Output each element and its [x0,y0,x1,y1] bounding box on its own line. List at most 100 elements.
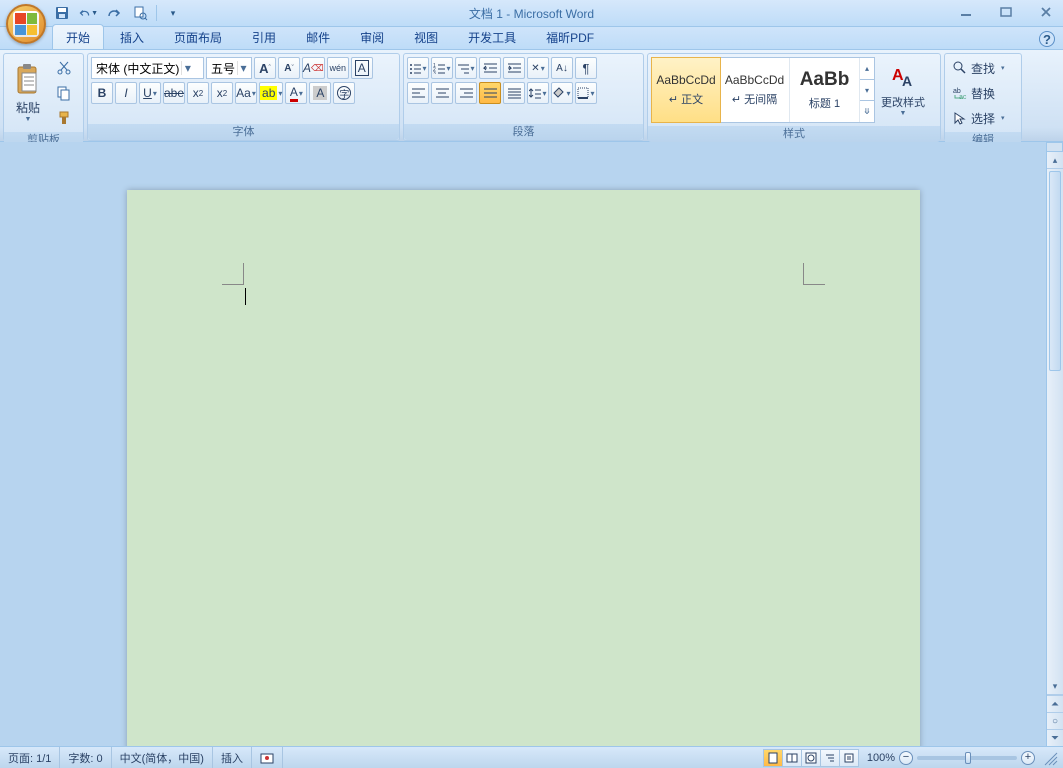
scroll-thumb[interactable] [1049,171,1061,371]
bold-button[interactable]: B [91,82,113,104]
justify-icon[interactable] [479,82,501,104]
scroll-up-icon[interactable]: ▴ [1047,152,1063,169]
underline-button[interactable]: U▾ [139,82,161,104]
ribbon-tabs: 开始 插入 页面布局 引用 邮件 审阅 视图 开发工具 福昕PDF ? [0,27,1063,50]
font-name-combo[interactable]: 宋体 (中文正文)▾ [91,57,204,79]
gallery-more-icon[interactable]: ⤋ [860,101,874,122]
minimize-button[interactable] [953,3,979,21]
zoom-level[interactable]: 100% [867,752,895,764]
save-icon[interactable] [52,3,72,23]
character-border-icon[interactable]: A [351,57,373,79]
view-full-screen-icon[interactable] [782,749,802,767]
style-normal[interactable]: AaBbCcDd ↵ 正文 [651,57,721,123]
align-left-icon[interactable] [407,82,429,104]
strikethrough-button[interactable]: abe [163,82,185,104]
gallery-scrollbar: ▴ ▾ ⤋ [860,58,874,122]
shading-icon[interactable]: ▾ [551,82,573,104]
italic-button[interactable]: I [115,82,137,104]
office-button[interactable] [6,4,46,44]
view-outline-icon[interactable] [820,749,840,767]
view-print-layout-icon[interactable] [763,749,783,767]
enclose-characters-icon[interactable]: 字 [333,82,355,104]
zoom-slider-thumb[interactable] [965,752,971,764]
group-clipboard: 粘贴 ▼ 剪贴板 [3,53,84,141]
shrink-font-icon[interactable]: Aˇ [278,57,300,79]
scroll-down-icon[interactable]: ▾ [1047,678,1063,695]
scroll-track[interactable] [1047,169,1063,678]
redo-icon[interactable] [104,3,124,23]
status-macro-icon[interactable] [252,747,283,768]
character-shading-icon[interactable]: A [309,82,331,104]
status-page[interactable]: 页面: 1/1 [0,747,60,768]
subscript-button[interactable]: x2 [187,82,209,104]
document-viewport[interactable] [0,142,1046,746]
gallery-down-icon[interactable]: ▾ [860,80,874,102]
split-handle[interactable] [1046,142,1063,152]
undo-icon[interactable]: ▼ [78,3,98,23]
prev-page-icon[interactable]: ⏶ [1047,695,1063,712]
zoom-out-button[interactable]: − [899,751,913,765]
tab-mailings[interactable]: 邮件 [292,24,344,49]
increase-indent-icon[interactable] [503,57,525,79]
cut-icon[interactable] [53,57,75,79]
select-button[interactable]: 选择▾ [949,107,1017,129]
vertical-scrollbar: ▴ ▾ ⏶ ○ ⏷ [1046,152,1063,746]
align-center-icon[interactable] [431,82,453,104]
tab-foxit-pdf[interactable]: 福昕PDF [532,24,608,49]
decrease-indent-icon[interactable] [479,57,501,79]
status-language[interactable]: 中文(简体，中国) [112,747,213,768]
browse-object-icon[interactable]: ○ [1047,712,1063,729]
change-styles-button[interactable]: AA 更改样式 ▼ [877,57,929,123]
font-size-combo[interactable]: 五号▾ [206,57,252,79]
replace-icon: abac [953,86,967,100]
copy-icon[interactable] [53,82,75,104]
replace-button[interactable]: abac 替换 [949,82,1017,104]
tab-references[interactable]: 引用 [238,24,290,49]
format-painter-icon[interactable] [53,107,75,129]
print-preview-icon[interactable] [130,3,150,23]
maximize-button[interactable] [993,3,1019,21]
numbering-button[interactable]: 123▾ [431,57,453,79]
find-button[interactable]: 查找▾ [949,57,1017,79]
borders-icon[interactable]: ▾ [575,82,597,104]
tab-view[interactable]: 视图 [400,24,452,49]
phonetic-guide-icon[interactable]: wén [327,57,349,79]
tab-insert[interactable]: 插入 [106,24,158,49]
style-no-spacing[interactable]: AaBbCcDd ↵ 无间隔 [720,58,790,122]
zoom-slider[interactable] [917,756,1017,760]
line-spacing-icon[interactable]: ▾ [527,82,549,104]
font-color-button[interactable]: A▾ [285,82,307,104]
asian-layout-icon[interactable]: ✕▾ [527,57,549,79]
paragraph-group-label: 段落 [404,124,643,140]
style-heading1[interactable]: AaBb 标题 1 [790,58,860,122]
tab-page-layout[interactable]: 页面布局 [160,24,236,49]
highlight-button[interactable]: ab▾ [259,82,283,104]
status-words[interactable]: 字数: 0 [60,747,111,768]
grow-font-icon[interactable]: Aˆ [254,57,276,79]
sort-icon[interactable]: A↓ [551,57,573,79]
view-web-layout-icon[interactable] [801,749,821,767]
change-case-button[interactable]: Aa▾ [235,82,257,104]
show-paragraph-marks-icon[interactable]: ¶ [575,57,597,79]
page[interactable] [127,190,920,746]
help-icon[interactable]: ? [1039,31,1055,47]
clear-formatting-icon[interactable]: A⌫ [302,57,325,79]
status-insert-mode[interactable]: 插入 [213,747,252,768]
bullets-button[interactable]: ▾ [407,57,429,79]
resize-grip-icon[interactable] [1041,749,1059,767]
tab-developer[interactable]: 开发工具 [454,24,530,49]
multilevel-list-button[interactable]: ▾ [455,57,477,79]
distribute-icon[interactable] [503,82,525,104]
gallery-up-icon[interactable]: ▴ [860,58,874,80]
next-page-icon[interactable]: ⏷ [1047,729,1063,746]
qat-customize-icon[interactable]: ▾ [163,3,183,23]
view-draft-icon[interactable] [839,749,859,767]
close-button[interactable] [1033,3,1059,21]
superscript-button[interactable]: x2 [211,82,233,104]
tab-review[interactable]: 审阅 [346,24,398,49]
margin-marker-tr [803,263,825,285]
align-right-icon[interactable] [455,82,477,104]
zoom-in-button[interactable]: + [1021,751,1035,765]
tab-home[interactable]: 开始 [52,24,104,49]
paste-button[interactable]: 粘贴 ▼ [7,57,49,129]
